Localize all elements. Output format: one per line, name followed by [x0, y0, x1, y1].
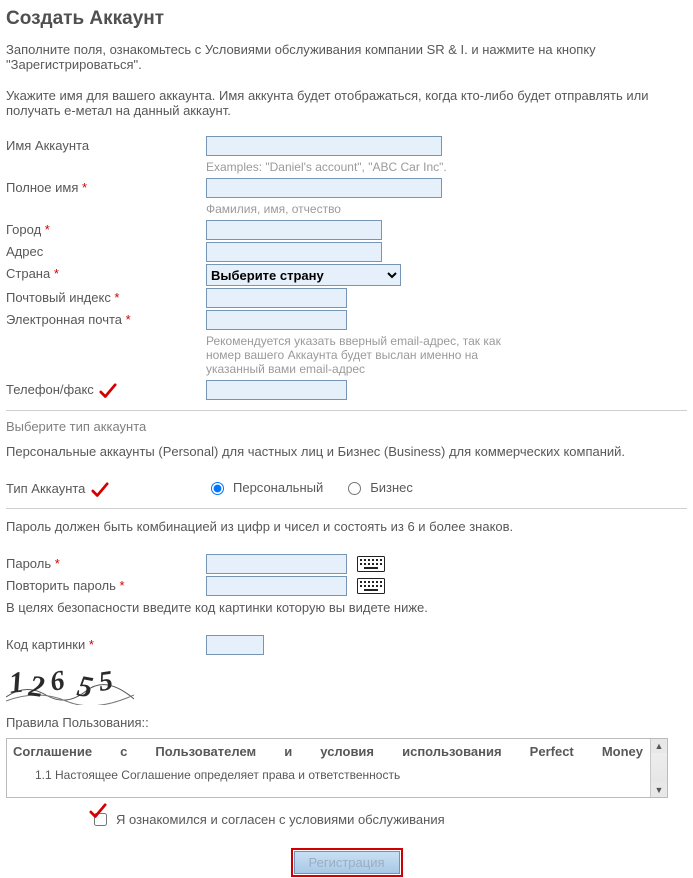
terms-textarea[interactable]: Соглашение с Пользователем и условия исп…: [6, 738, 668, 798]
scrollbar[interactable]: ▲ ▼: [650, 739, 667, 797]
account-type-label: Тип Аккаунта: [6, 479, 206, 498]
terms-body: 1.1 Настоящее Соглашение определяет прав…: [13, 768, 661, 782]
country-select[interactable]: Выберите страну: [206, 264, 401, 286]
repeat-password-label: Повторить пароль *: [6, 576, 206, 593]
email-label: Электронная почта *: [6, 310, 206, 327]
account-type-personal-label: Персональный: [233, 480, 323, 495]
account-type-header: Выберите тип аккаунта: [6, 419, 687, 434]
account-name-input[interactable]: [206, 136, 442, 156]
account-note: Укажите имя для вашего аккаунта. Имя акк…: [6, 88, 687, 118]
svg-text:5: 5: [97, 665, 115, 698]
email-hint: Рекомендуется указать вверный email-адре…: [206, 334, 506, 376]
svg-text:5: 5: [75, 669, 96, 704]
address-input[interactable]: [206, 242, 382, 262]
account-type-business-label: Бизнес: [370, 480, 413, 495]
city-input[interactable]: [206, 220, 382, 240]
captcha-label: Код картинки *: [6, 635, 206, 652]
password-desc: Пароль должен быть комбинацией из цифр и…: [6, 519, 687, 534]
postal-input[interactable]: [206, 288, 347, 308]
phone-input[interactable]: [206, 380, 347, 400]
password-label: Пароль *: [6, 554, 206, 571]
terms-header: Правила Пользования::: [6, 715, 687, 730]
full-name-label: Полное имя *: [6, 178, 206, 195]
city-label: Город *: [6, 220, 206, 237]
full-name-hint: Фамилия, имя, отчество: [206, 202, 506, 216]
keyboard-icon[interactable]: [357, 556, 385, 572]
email-input[interactable]: [206, 310, 347, 330]
account-name-hint: Examples: "Daniel's account", "ABC Car I…: [206, 160, 506, 174]
terms-title: Соглашение с Пользователем и условия исп…: [13, 743, 661, 761]
account-type-business-radio[interactable]: [348, 482, 361, 495]
separator: [6, 508, 687, 509]
postal-label: Почтовый индекс *: [6, 288, 206, 305]
register-button[interactable]: Регистрация: [294, 851, 400, 874]
page-title: Создать Аккаунт: [6, 8, 687, 30]
separator: [6, 410, 687, 411]
svg-text:6: 6: [48, 664, 67, 697]
account-name-label: Имя Аккаунта: [6, 136, 206, 153]
agree-checkbox[interactable]: [94, 813, 107, 826]
check-icon: [91, 482, 109, 498]
account-type-desc: Персональные аккаунты (Personal) для час…: [6, 444, 687, 459]
country-label: Страна *: [6, 264, 206, 281]
full-name-input[interactable]: [206, 178, 442, 198]
svg-text:2: 2: [26, 669, 46, 704]
address-label: Адрес: [6, 242, 206, 259]
agree-label: Я ознакомился и согласен с условиями обс…: [116, 812, 445, 827]
phone-label: Телефон/факс: [6, 380, 206, 399]
repeat-password-input[interactable]: [206, 576, 347, 596]
check-icon: [99, 383, 117, 399]
intro-text: Заполните поля, ознакомьтесь с Условиями…: [6, 42, 687, 72]
keyboard-icon[interactable]: [357, 578, 385, 594]
chevron-up-icon[interactable]: ▲: [651, 739, 667, 753]
account-type-personal-radio[interactable]: [211, 482, 224, 495]
chevron-down-icon[interactable]: ▼: [651, 783, 667, 797]
captcha-image: 1 2 6 5 5: [6, 661, 687, 705]
security-note: В целях безопасности введите код картинк…: [6, 600, 687, 615]
captcha-input[interactable]: [206, 635, 264, 655]
password-input[interactable]: [206, 554, 347, 574]
svg-text:1: 1: [7, 665, 25, 699]
